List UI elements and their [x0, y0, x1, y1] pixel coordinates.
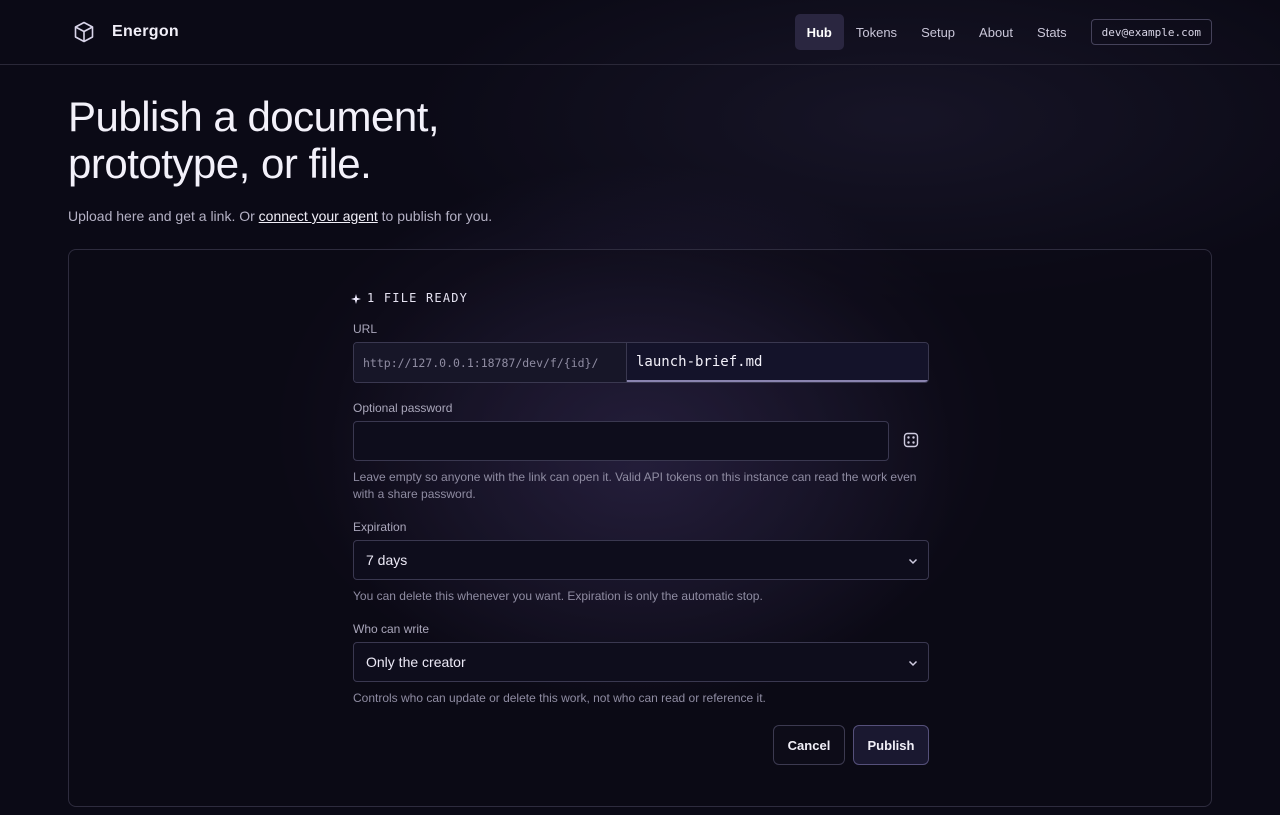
nav-stats[interactable]: Stats: [1025, 14, 1079, 50]
connect-agent-link[interactable]: connect your agent: [259, 208, 378, 224]
file-ready-status: 1 FILE READY: [351, 291, 468, 305]
page-subtitle: Upload here and get a link. Or connect y…: [68, 208, 492, 224]
url-label: URL: [353, 322, 378, 336]
expiration-value: 7 days: [366, 552, 408, 568]
brand-name: Energon: [112, 23, 179, 40]
write-access-select[interactable]: Only the creator: [353, 642, 929, 682]
user-account-chip[interactable]: dev@example.com: [1090, 19, 1212, 45]
page-title-line-2: prototype, or file.: [68, 140, 372, 187]
expiration-select[interactable]: 7 days: [353, 540, 929, 580]
password-input[interactable]: [353, 421, 889, 461]
nav-setup[interactable]: Setup: [909, 14, 967, 50]
file-ready-text: 1 FILE READY: [367, 291, 469, 305]
nav-tokens[interactable]: Tokens: [844, 14, 909, 50]
url-prefix: http://127.0.0.1:18787/dev/f/{id}/: [354, 343, 627, 382]
password-label: Optional password: [353, 401, 453, 415]
subtitle-text-before: Upload here and get a link. Or: [68, 208, 259, 224]
cube-icon: [70, 18, 98, 46]
page-title: Publish a document, prototype, or file.: [68, 93, 668, 187]
write-access-value: Only the creator: [366, 654, 466, 670]
nav-hub[interactable]: Hub: [794, 14, 844, 50]
subtitle-text-after: to publish for you.: [377, 208, 493, 224]
chevron-down-icon: [908, 660, 918, 667]
dice-icon[interactable]: [901, 430, 921, 450]
page-title-line-1: Publish a document,: [68, 93, 440, 140]
publish-panel: 1 FILE READY URL http://127.0.0.1:18787/…: [68, 249, 1212, 807]
write-access-label: Who can write: [353, 622, 430, 636]
url-slug-input[interactable]: [627, 343, 928, 382]
top-bar: Energon Hub Tokens Setup About Stats dev…: [0, 0, 1280, 65]
cancel-button[interactable]: Cancel: [773, 725, 845, 765]
nav-about[interactable]: About: [967, 14, 1025, 50]
chevron-down-icon: [908, 558, 918, 565]
brand[interactable]: Energon: [70, 18, 179, 46]
sparkle-icon: [351, 293, 361, 304]
url-field: http://127.0.0.1:18787/dev/f/{id}/: [353, 342, 929, 383]
write-access-hint: Controls who can update or delete this w…: [353, 691, 766, 705]
main-nav: Hub Tokens Setup About Stats dev@example…: [794, 14, 1212, 50]
expiration-hint: You can delete this whenever you want. E…: [353, 589, 763, 603]
expiration-label: Expiration: [353, 520, 407, 534]
password-hint: Leave empty so anyone with the link can …: [353, 470, 917, 501]
publish-button[interactable]: Publish: [853, 725, 929, 765]
